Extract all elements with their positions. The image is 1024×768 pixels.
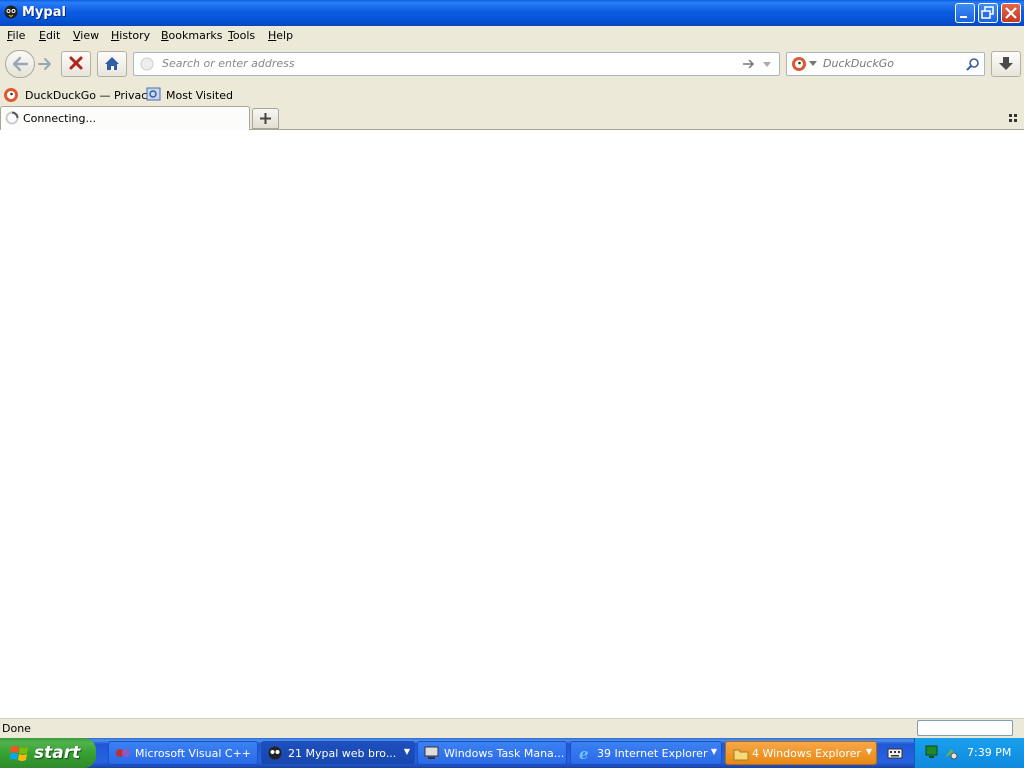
network-icon[interactable] (925, 745, 939, 759)
go-arrow-icon[interactable] (741, 57, 755, 71)
tab-list-icon[interactable] (1008, 113, 1020, 125)
menu-view[interactable]: View (73, 29, 99, 42)
mypal-icon (268, 746, 282, 760)
mypal-app-icon (4, 5, 18, 19)
svg-text:e: e (579, 745, 589, 761)
group-dropdown-icon[interactable]: ▼ (404, 747, 410, 756)
page-identity-icon (140, 57, 154, 71)
task-label: 4 Windows Explorer (752, 747, 861, 760)
clock[interactable]: 7:39 PM (967, 746, 1011, 759)
menu-help[interactable]: Help (268, 29, 293, 42)
search-input[interactable] (821, 56, 965, 71)
minimize-icon (960, 16, 967, 18)
task-mypal[interactable]: 21 Mypal web bro... ▼ (261, 741, 415, 765)
start-label: start (34, 743, 81, 763)
history-dropdown-icon[interactable] (761, 58, 773, 70)
group-dropdown-icon[interactable]: ▼ (866, 747, 872, 756)
search-bar[interactable] (786, 52, 985, 76)
new-tab-button[interactable] (252, 108, 279, 129)
window-title: Mypal (22, 5, 66, 20)
task-manager-icon (424, 746, 439, 759)
task-windows-explorer[interactable]: 4 Windows Explorer ▼ (725, 741, 877, 765)
close-icon (1005, 7, 1017, 19)
group-dropdown-icon[interactable]: ▼ (711, 747, 717, 756)
status-progress-box (917, 720, 1013, 736)
page-content[interactable] (0, 130, 1024, 718)
bookmark-label: DuckDuckGo — Privac... (25, 89, 158, 102)
menu-bar (0, 26, 1024, 46)
keyboard-icon[interactable] (887, 745, 903, 761)
address-bar[interactable] (133, 52, 780, 76)
task-task-manager[interactable]: Windows Task Mana... (417, 741, 567, 765)
menu-file[interactable]: File (7, 29, 25, 42)
folder-icon (733, 749, 749, 761)
home-icon (105, 57, 119, 70)
tab-label: Connecting... (23, 112, 96, 125)
menu-history[interactable]: History (111, 29, 150, 42)
folder-icon (146, 87, 161, 101)
download-arrow-icon (999, 57, 1013, 70)
restore-button[interactable] (978, 3, 998, 23)
menu-bookmarks[interactable]: Bookmarks (161, 29, 222, 42)
close-button[interactable] (1001, 3, 1021, 23)
visual-cpp-icon (116, 749, 130, 757)
forward-arrow-icon (38, 58, 51, 70)
tab-connecting[interactable]: Connecting... (0, 106, 250, 130)
minimize-button[interactable] (955, 3, 975, 23)
forward-button[interactable] (34, 54, 58, 74)
menu-tools[interactable]: Tools (228, 29, 255, 42)
engine-dropdown-icon[interactable] (809, 61, 817, 67)
internet-explorer-icon: e (579, 745, 589, 761)
downloads-button[interactable] (991, 51, 1021, 77)
status-bar (0, 718, 1024, 738)
task-visual-cpp[interactable]: Microsoft Visual C++ (108, 741, 258, 765)
stop-button[interactable] (61, 51, 91, 77)
task-label: 21 Mypal web bro... (288, 747, 397, 760)
back-arrow-icon (12, 56, 29, 72)
duckduckgo-icon (4, 88, 18, 102)
task-internet-explorer[interactable]: e 39 Internet Explorer ▼ (570, 741, 722, 765)
status-text: Done (2, 722, 31, 735)
title-bar[interactable] (0, 0, 1024, 26)
back-button[interactable] (5, 50, 35, 78)
windows-logo-icon (10, 746, 28, 761)
menu-edit[interactable]: Edit (39, 29, 60, 42)
loading-spinner-icon (5, 111, 19, 125)
task-label: Microsoft Visual C++ (135, 747, 252, 760)
task-label: 39 Internet Explorer (597, 747, 708, 760)
stop-x-icon (69, 56, 83, 70)
search-icon[interactable] (966, 57, 980, 71)
address-input[interactable] (160, 56, 724, 71)
bookmark-label: Most Visited (166, 89, 233, 102)
safely-remove-icon[interactable] (943, 745, 959, 761)
duckduckgo-engine-icon[interactable] (791, 56, 807, 72)
plus-icon (260, 113, 271, 124)
restore-icon (981, 6, 994, 19)
home-button[interactable] (97, 51, 127, 77)
task-label: Windows Task Mana... (444, 747, 565, 760)
